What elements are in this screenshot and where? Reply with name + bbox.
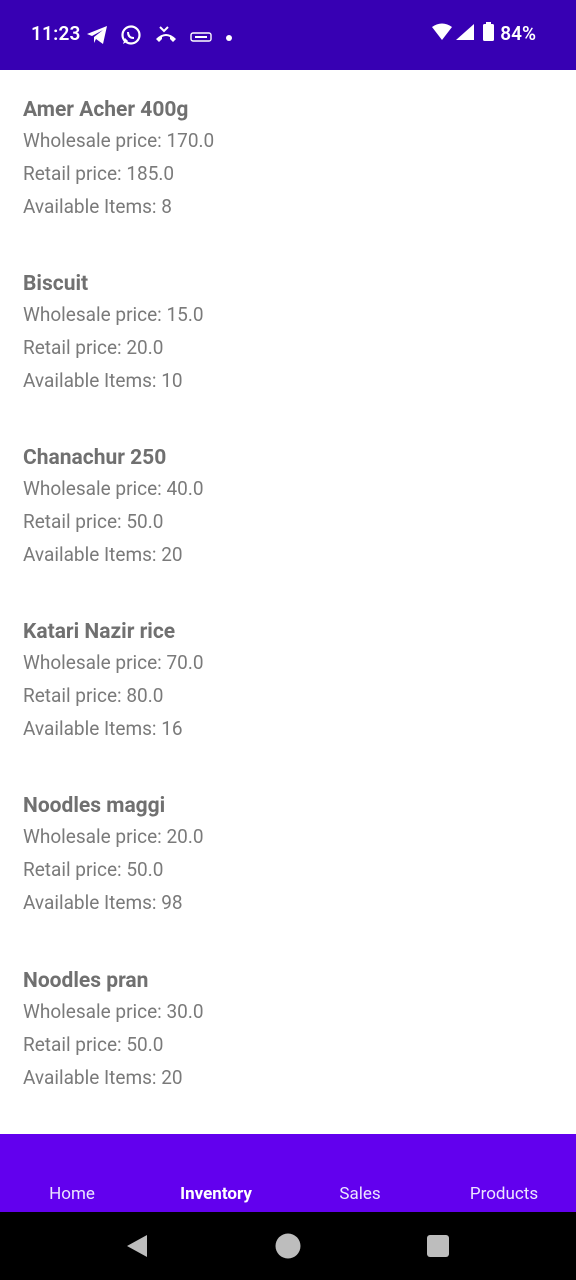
status-right: 84% <box>431 22 536 45</box>
status-bar: 11:23 84% <box>0 0 576 70</box>
list-item[interactable]: Katari Nazir rice Wholesale price: 70.0 … <box>23 618 204 745</box>
item-name: Amer Acher 400g <box>23 98 189 122</box>
item-wholesale-price: Wholesale price: 70.0 <box>23 651 204 674</box>
item-retail-price: Retail price: 185.0 <box>23 162 175 185</box>
status-time: 11:23 <box>31 22 81 45</box>
item-retail-price: Retail price: 80.0 <box>23 684 164 707</box>
item-retail-price: Retail price: 50.0 <box>23 1033 164 1056</box>
notification-icons <box>86 24 246 50</box>
back-icon[interactable] <box>126 1234 148 1262</box>
item-name: Biscuit <box>23 272 89 296</box>
nav-inventory[interactable]: Inventory <box>144 1184 288 1204</box>
item-wholesale-price: Wholesale price: 170.0 <box>23 129 215 152</box>
recents-icon[interactable] <box>427 1235 449 1261</box>
whatsapp-icon <box>120 24 142 50</box>
item-available: Available Items: 98 <box>23 891 183 914</box>
item-wholesale-price: Wholesale price: 30.0 <box>23 1000 204 1023</box>
list-item[interactable]: Noodles pran Wholesale price: 30.0 Retai… <box>23 967 204 1094</box>
home-icon[interactable] <box>275 1233 301 1263</box>
item-available: Available Items: 16 <box>23 717 183 740</box>
item-available: Available Items: 10 <box>23 369 183 392</box>
item-name: Noodles pran <box>23 969 149 993</box>
nav-products[interactable]: Products <box>432 1184 576 1204</box>
item-available: Available Items: 20 <box>23 543 183 566</box>
nav-sales[interactable]: Sales <box>288 1184 432 1204</box>
list-item[interactable]: Noodles maggi Wholesale price: 20.0 Reta… <box>23 792 204 919</box>
battery-icon <box>483 22 495 45</box>
item-wholesale-price: Wholesale price: 40.0 <box>23 477 204 500</box>
telegram-icon <box>86 25 108 49</box>
list-item[interactable]: Biscuit Wholesale price: 15.0 Retail pri… <box>23 270 204 397</box>
system-navigation-bar <box>0 1212 576 1280</box>
item-name: Chanachur 250 <box>23 446 167 470</box>
item-retail-price: Retail price: 50.0 <box>23 510 164 533</box>
item-available: Available Items: 20 <box>23 1066 183 1089</box>
signal-icon <box>455 23 475 45</box>
dot-icon <box>224 28 234 47</box>
item-name: Katari Nazir rice <box>23 620 176 644</box>
bottom-navigation: Home Inventory Sales Products <box>0 1134 576 1212</box>
list-item[interactable]: Amer Acher 400g Wholesale price: 170.0 R… <box>23 96 214 223</box>
battery-percentage: 84% <box>500 22 536 45</box>
missed-call-icon <box>154 25 178 49</box>
wifi-icon <box>431 23 453 45</box>
item-retail-price: Retail price: 50.0 <box>23 858 164 881</box>
item-wholesale-price: Wholesale price: 15.0 <box>23 303 204 326</box>
item-wholesale-price: Wholesale price: 20.0 <box>23 825 204 848</box>
item-available: Available Items: 8 <box>23 195 172 218</box>
carrier-icon <box>190 28 212 47</box>
list-item[interactable]: Chanachur 250 Wholesale price: 40.0 Reta… <box>23 444 204 571</box>
item-retail-price: Retail price: 20.0 <box>23 336 164 359</box>
item-name: Noodles maggi <box>23 794 166 818</box>
nav-home[interactable]: Home <box>0 1184 144 1204</box>
